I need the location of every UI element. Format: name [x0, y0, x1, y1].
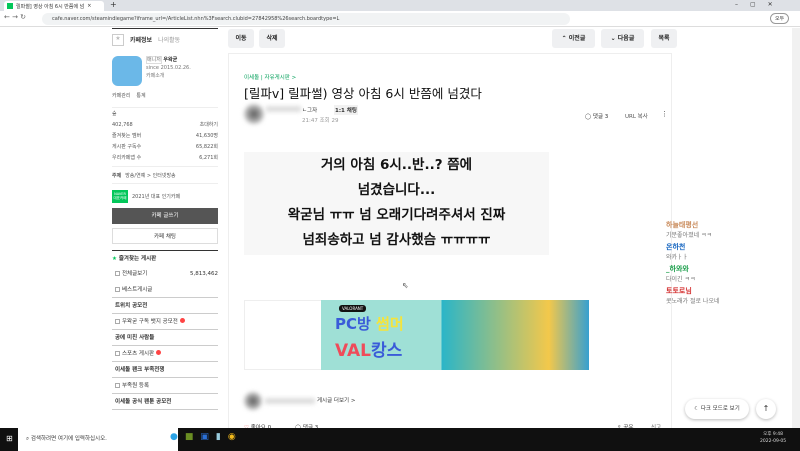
board-menu-item[interactable]: 스포츠 게시판	[112, 346, 218, 362]
board-link[interactable]: 이세돌 | 자유게시판 >	[244, 73, 296, 81]
naver-award-badge: NAVER 대표카페	[112, 189, 128, 203]
dark-mode-button[interactable]: ☾ 다크 모드로 보기	[685, 399, 749, 419]
topic-link[interactable]: 방송/연예 > 인터넷방송	[125, 172, 175, 179]
close-tab-icon[interactable]: ×	[87, 3, 91, 9]
cafe-manage-link[interactable]: 카페관리	[112, 92, 130, 99]
scroll-top-button[interactable]: ↑	[756, 399, 776, 419]
board-menu-item[interactable]: 전체글보기 5,813,462	[112, 266, 218, 282]
valorant-ad-banner[interactable]: VALORANT PC방 썸머 VAL캉스	[321, 300, 589, 370]
naver-cafe-favicon	[7, 3, 13, 9]
board-icon	[115, 271, 120, 276]
star-icon[interactable]: ★	[112, 33, 124, 46]
article-title: [릴파v] 릴파썰) 영상 아침 6시 반쯤에 넘겼다	[244, 86, 482, 101]
chat-message: 온하천 와카ㅏㅏ	[666, 243, 689, 261]
scrollbar[interactable]	[792, 28, 800, 428]
chat-message: _하와와 다이긴 ㅋㅋ	[666, 265, 696, 283]
clock[interactable]: 오후 9:48 2022-09-05	[760, 431, 786, 445]
board-menu-item[interactable]: 우왁굳 구독 뱃지 공모전	[112, 314, 218, 330]
url-input[interactable]: cafe.naver.com/steamindiegame?iframe_url…	[42, 13, 570, 25]
tab-bar: 릴파썰] 영상 아침 6시 반쯤에 넘 × + –▢✕	[0, 0, 800, 11]
chat-message: 토토로님 콧노래가 절로 나오네	[666, 287, 720, 305]
chat-message: 하늘태평선 기분좋아졌네 ㅋㅋ	[666, 221, 713, 239]
board-icon	[115, 351, 120, 356]
favorite-boards-header[interactable]: 즐겨찾는 게시판	[119, 256, 156, 262]
cafe-intro-link[interactable]: 카페소개	[146, 73, 164, 79]
tab-my-activity[interactable]: 나의활동	[158, 35, 180, 44]
taskbar-search[interactable]: ⌕ 검색하려면 여기에 입력하십시오.	[18, 428, 178, 451]
cafe-logo	[112, 56, 142, 86]
prev-post-button[interactable]: ⌃ 이전글	[552, 29, 595, 48]
board-icon	[115, 319, 120, 324]
taskbar-apps[interactable]: ●■▣▮◉	[170, 432, 243, 442]
board-menu-item[interactable]: 부족원 등록	[112, 378, 218, 394]
delete-button[interactable]: 삭제	[259, 29, 285, 48]
tab-cafe-info[interactable]: 카페정보	[130, 35, 152, 44]
article: 이세돌 | 자유게시판 > [릴파v] 릴파썰) 영상 아침 6시 반쯤에 넘겼…	[228, 53, 672, 431]
write-post-button[interactable]: 카페 글쓰기	[112, 208, 218, 224]
board-menu-item[interactable]: 공에 미친 사람들	[112, 330, 218, 346]
board-icon	[115, 383, 120, 388]
author-name[interactable]: ㄴ그자	[302, 106, 317, 114]
more-posts-link[interactable]: 게시글 더보기 >	[317, 396, 355, 404]
cafe-sidebar: ★ 카페정보 나의활동 매니저 우왁굳 since 2015.02.26. 카페소개…	[112, 28, 218, 410]
board-menu-item[interactable]: 이세돌 팬크 부족전쟁	[112, 362, 218, 378]
chat-overlay: 하늘태평선 기분좋아졌네 ㅋㅋ 온하천 와카ㅏㅏ _하와와 다이긴 ㅋㅋ 토토로님 콧노래가 …	[666, 220, 786, 308]
mouse-cursor: ⇖	[402, 281, 409, 290]
cafe-chat-button[interactable]: 카페 채팅	[112, 228, 218, 244]
invite-link[interactable]: 초대하기	[200, 121, 218, 128]
next-post-button[interactable]: ⌄ 다음글	[601, 29, 644, 48]
windows-start-icon[interactable]: ⊞	[6, 434, 13, 443]
manager-name[interactable]: 우왁굳	[163, 57, 177, 63]
url-copy-button[interactable]: URL 복사	[625, 112, 648, 120]
profile-button[interactable]: 오두	[770, 13, 790, 24]
list-button[interactable]: 목록	[651, 29, 677, 48]
board-menu-item[interactable]: 이세돌 공식 팬툰 공모전	[112, 394, 218, 410]
window-controls[interactable]: –▢✕	[735, 1, 785, 8]
board-menu: 전체글보기 5,813,462 베스트게시글 트위치 공모전 우왁굳 구독 뱃지 공모전…	[112, 266, 218, 410]
tab-title: 릴파썰] 영상 아침 6시 반쯤에 넘	[16, 3, 85, 10]
cafe-level: 숲	[112, 111, 117, 117]
comment-count-link[interactable]: ◯ 댓글 3	[585, 112, 608, 120]
article-image-text: 거의 아침 6시..반..? 쯤에 넘겼습니다... 왁굳님 ㅠㅠ 넘 오래기다려주…	[244, 152, 549, 255]
board-menu-item[interactable]: 트위치 공모전	[112, 298, 218, 314]
stats-link[interactable]: 통계	[136, 92, 145, 99]
new-tab-button[interactable]: +	[110, 0, 117, 9]
move-button[interactable]: 이동	[228, 29, 254, 48]
taskbar: ⊞ ⌕ 검색하려면 여기에 입력하십시오. ●■▣▮◉ 오후 9:48 2022-…	[0, 428, 800, 451]
board-menu-item[interactable]: 베스트게시글	[112, 282, 218, 298]
more-options-icon[interactable]: ⋮	[661, 110, 668, 118]
new-badge-icon	[179, 318, 185, 323]
member-count: 402,768	[112, 121, 133, 128]
nav-icons[interactable]: ← → ↻	[4, 13, 26, 21]
new-badge-icon	[156, 350, 162, 355]
one-on-one-chat-button[interactable]: 1:1 채팅	[334, 105, 358, 115]
author-avatar-small	[244, 392, 262, 410]
board-icon	[115, 287, 120, 292]
author-avatar	[244, 104, 264, 124]
browser-tab[interactable]: 릴파썰] 영상 아침 6시 반쯤에 넘 ×	[4, 1, 104, 11]
